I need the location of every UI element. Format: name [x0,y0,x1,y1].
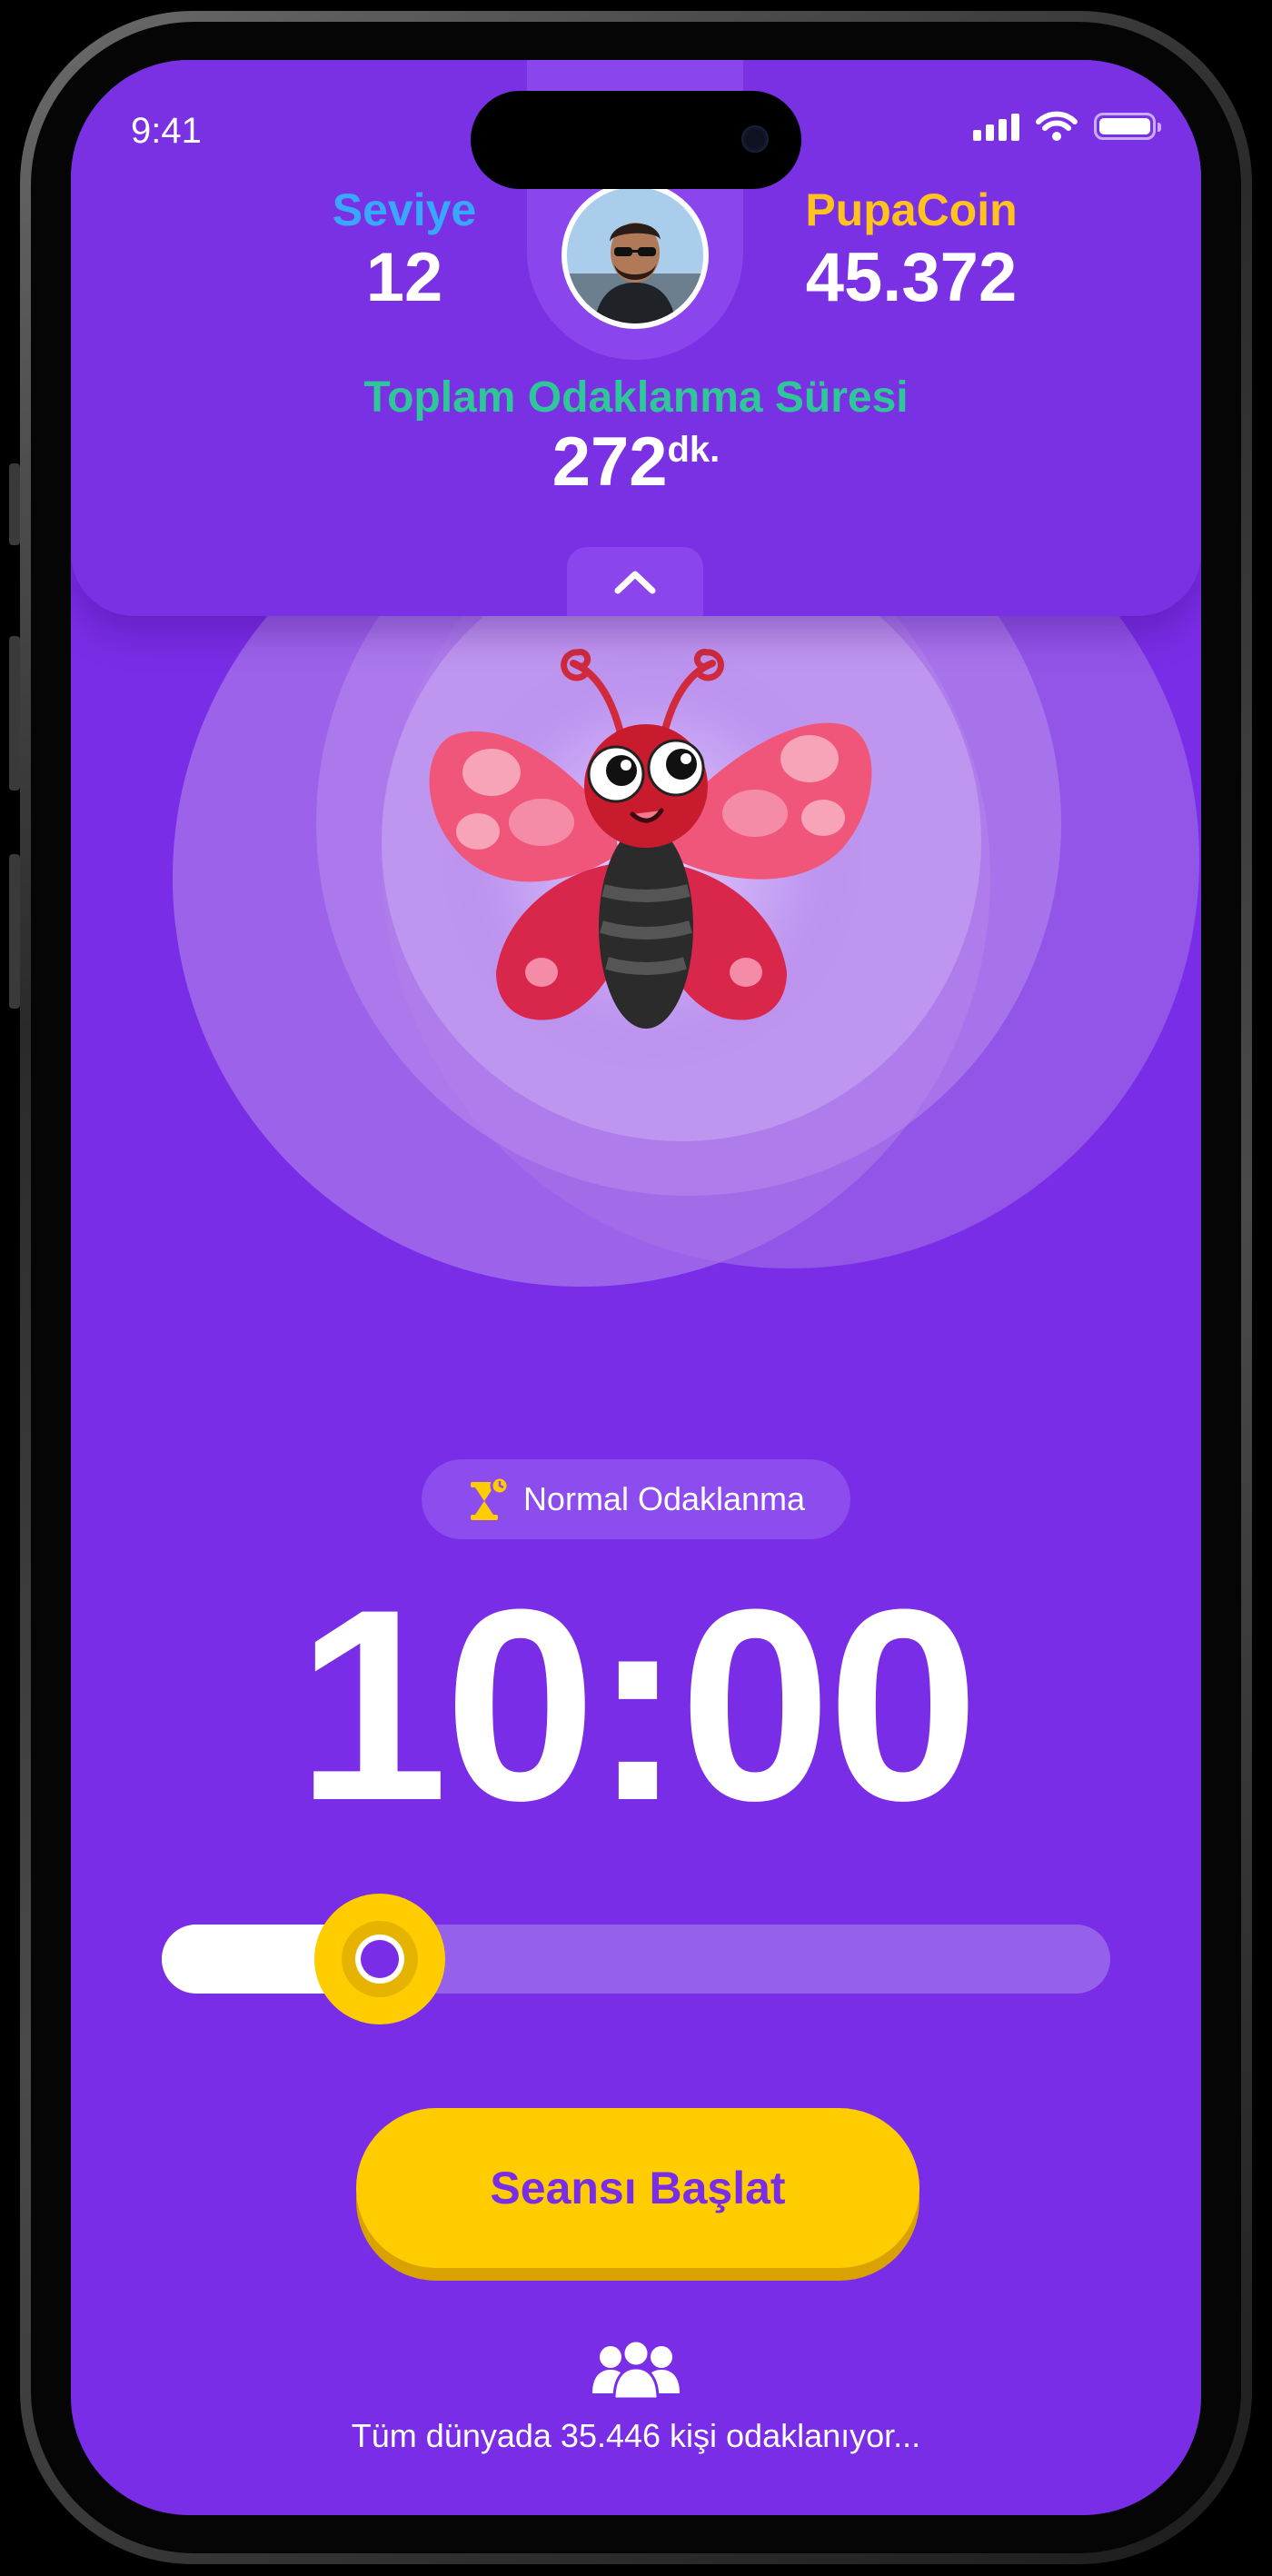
dynamic-island [471,91,801,189]
level-value: 12 [365,239,443,316]
user-avatar[interactable] [561,182,709,329]
hourglass-icon [470,1477,509,1520]
focus-total-value: 272 [552,423,668,501]
level-stat: Seviye 12 [300,184,509,313]
duration-slider[interactable] [162,1894,1110,2024]
active-users-text: Tüm dünyada 35.446 kişi odaklanıyor... [351,2417,921,2454]
mute-switch [9,463,20,545]
volume-down-button [9,854,20,1009]
status-time: 9:41 [131,111,202,151]
focus-total-unit: dk. [667,430,720,470]
focus-total-label: Toplam Odaklanma Süresi [363,373,909,422]
cellular-signal-icon [973,112,1019,141]
focus-total-stat: Toplam Odaklanma Süresi 272dk. [325,373,947,497]
focus-mode-chip[interactable]: Normal Odaklanma [422,1459,850,1539]
focus-total-value-line: 272dk. [325,428,947,497]
coin-label: PupaCoin [805,184,1018,235]
people-icon [592,2339,680,2399]
wifi-icon [1036,111,1078,141]
status-icons [973,111,1161,142]
collapse-header-button[interactable] [567,547,703,616]
start-session-button[interactable]: Seansı Başlat [356,2108,919,2268]
app-screen: Seviye 12 PupaCoin 45.372 Toplam Odaklan… [71,60,1201,2515]
front-camera [741,125,769,153]
volume-up-button [9,636,20,791]
coin-value: 45.372 [805,239,1018,316]
avatar-photo [567,187,703,323]
battery-icon [1094,113,1161,140]
slider-thumb[interactable] [314,1894,445,2024]
chevron-up-icon [614,571,656,594]
butterfly-mascot [429,649,872,1029]
focus-mode-label: Normal Odaklanma [522,1480,806,1517]
coin-stat: PupaCoin 45.372 [770,184,1052,313]
level-label: Seviye [332,184,477,235]
timer-display: 10:00 [296,1552,979,1857]
